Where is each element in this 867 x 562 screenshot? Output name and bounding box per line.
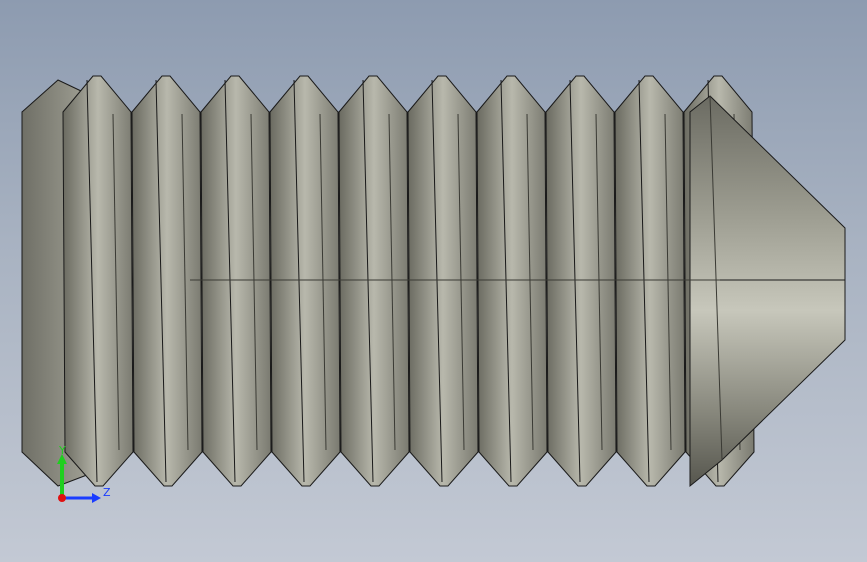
thread-crest xyxy=(131,75,203,487)
x-axis-origin-dot xyxy=(58,494,66,502)
cone-point xyxy=(689,95,846,488)
thread-crest xyxy=(338,75,410,487)
axis-triad: Y Z xyxy=(57,444,111,503)
set-screw-model[interactable] xyxy=(0,0,867,562)
z-axis-label: Z xyxy=(103,486,111,499)
thread-crest xyxy=(269,75,341,487)
y-axis-label: Y xyxy=(58,444,66,457)
thread-crest xyxy=(62,75,134,487)
thread-crest xyxy=(476,75,548,487)
3d-viewport[interactable]: Y Z xyxy=(0,0,867,562)
z-axis-arrowhead xyxy=(92,493,101,503)
thread-crest xyxy=(545,75,617,487)
thread-crest xyxy=(200,75,272,487)
model-geometry xyxy=(21,75,846,488)
thread-crest xyxy=(407,75,479,487)
thread-crest xyxy=(614,75,686,487)
